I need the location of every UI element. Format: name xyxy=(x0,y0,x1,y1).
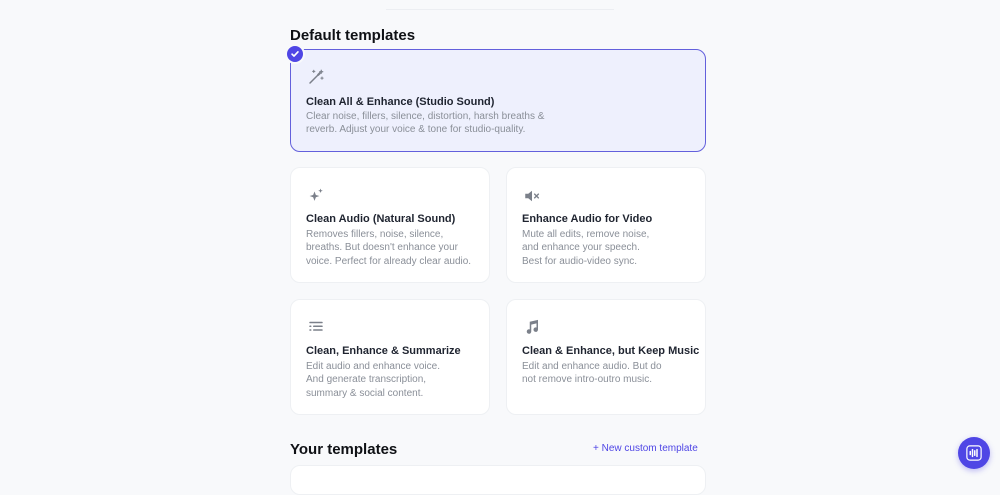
template-card-audio-for-video[interactable]: Enhance Audio for Video Mute all edits, … xyxy=(506,167,706,283)
template-description: Edit and enhance audio. But do not remov… xyxy=(522,360,662,387)
music-note-icon xyxy=(522,317,542,337)
default-templates-title: Default templates xyxy=(290,27,416,44)
sparkles-icon xyxy=(306,186,326,206)
description-line: Best for audio-video sync. xyxy=(522,255,638,267)
template-title: Clean All & Enhance (Studio Sound) xyxy=(306,96,495,108)
top-divider xyxy=(386,9,614,10)
description-line: not remove intro-outro music. xyxy=(522,374,653,386)
template-title: Clean & Enhance, but Keep Music xyxy=(522,345,700,357)
description-line: voice. Perfect for already clear audio. xyxy=(306,255,472,267)
template-card-keep-music[interactable]: Clean & Enhance, but Keep Music Edit and… xyxy=(506,299,706,415)
description-line: summary & social content. xyxy=(306,387,424,399)
description-line: Edit audio and enhance voice. xyxy=(306,361,440,372)
description-line: Clear noise, fillers, silence, distortio… xyxy=(306,111,545,122)
template-description: Removes fillers, noise, silence, breaths… xyxy=(306,228,471,268)
custom-template-card[interactable] xyxy=(290,465,706,495)
description-line: reverb. Adjust your voice & tone for stu… xyxy=(306,124,526,136)
list-icon xyxy=(306,317,326,337)
your-templates-title: Your templates xyxy=(290,441,398,458)
description-line: and enhance your speech. xyxy=(522,242,640,254)
template-description: Mute all edits, remove noise, and enhanc… xyxy=(522,228,649,268)
description-line: Mute all edits, remove noise, xyxy=(522,229,650,240)
template-title: Clean Audio (Natural Sound) xyxy=(306,213,456,225)
template-description: Clear noise, fillers, silence, distortio… xyxy=(306,110,544,137)
selected-check-icon xyxy=(287,46,303,62)
description-line: And generate transcription, xyxy=(306,374,427,386)
template-card-natural-sound[interactable]: Clean Audio (Natural Sound) Removes fill… xyxy=(290,167,490,283)
template-card-summarize[interactable]: Clean, Enhance & Summarize Edit audio an… xyxy=(290,299,490,415)
new-custom-template-link[interactable]: + New custom template xyxy=(593,443,698,454)
magic-wand-icon xyxy=(306,67,326,87)
audio-assistant-button[interactable] xyxy=(958,437,990,469)
template-card-studio-sound[interactable]: Clean All & Enhance (Studio Sound) Clear… xyxy=(290,49,706,152)
template-title: Clean, Enhance & Summarize xyxy=(306,345,461,357)
description-line: breaths. But doesn't enhance your xyxy=(306,242,459,254)
volume-mute-icon xyxy=(522,186,542,206)
template-description: Edit audio and enhance voice. And genera… xyxy=(306,360,440,400)
description-line: Removes fillers, noise, silence, xyxy=(306,229,444,240)
waveform-icon xyxy=(965,444,983,462)
description-line: Edit and enhance audio. But do xyxy=(522,361,662,372)
template-title: Enhance Audio for Video xyxy=(522,213,653,225)
